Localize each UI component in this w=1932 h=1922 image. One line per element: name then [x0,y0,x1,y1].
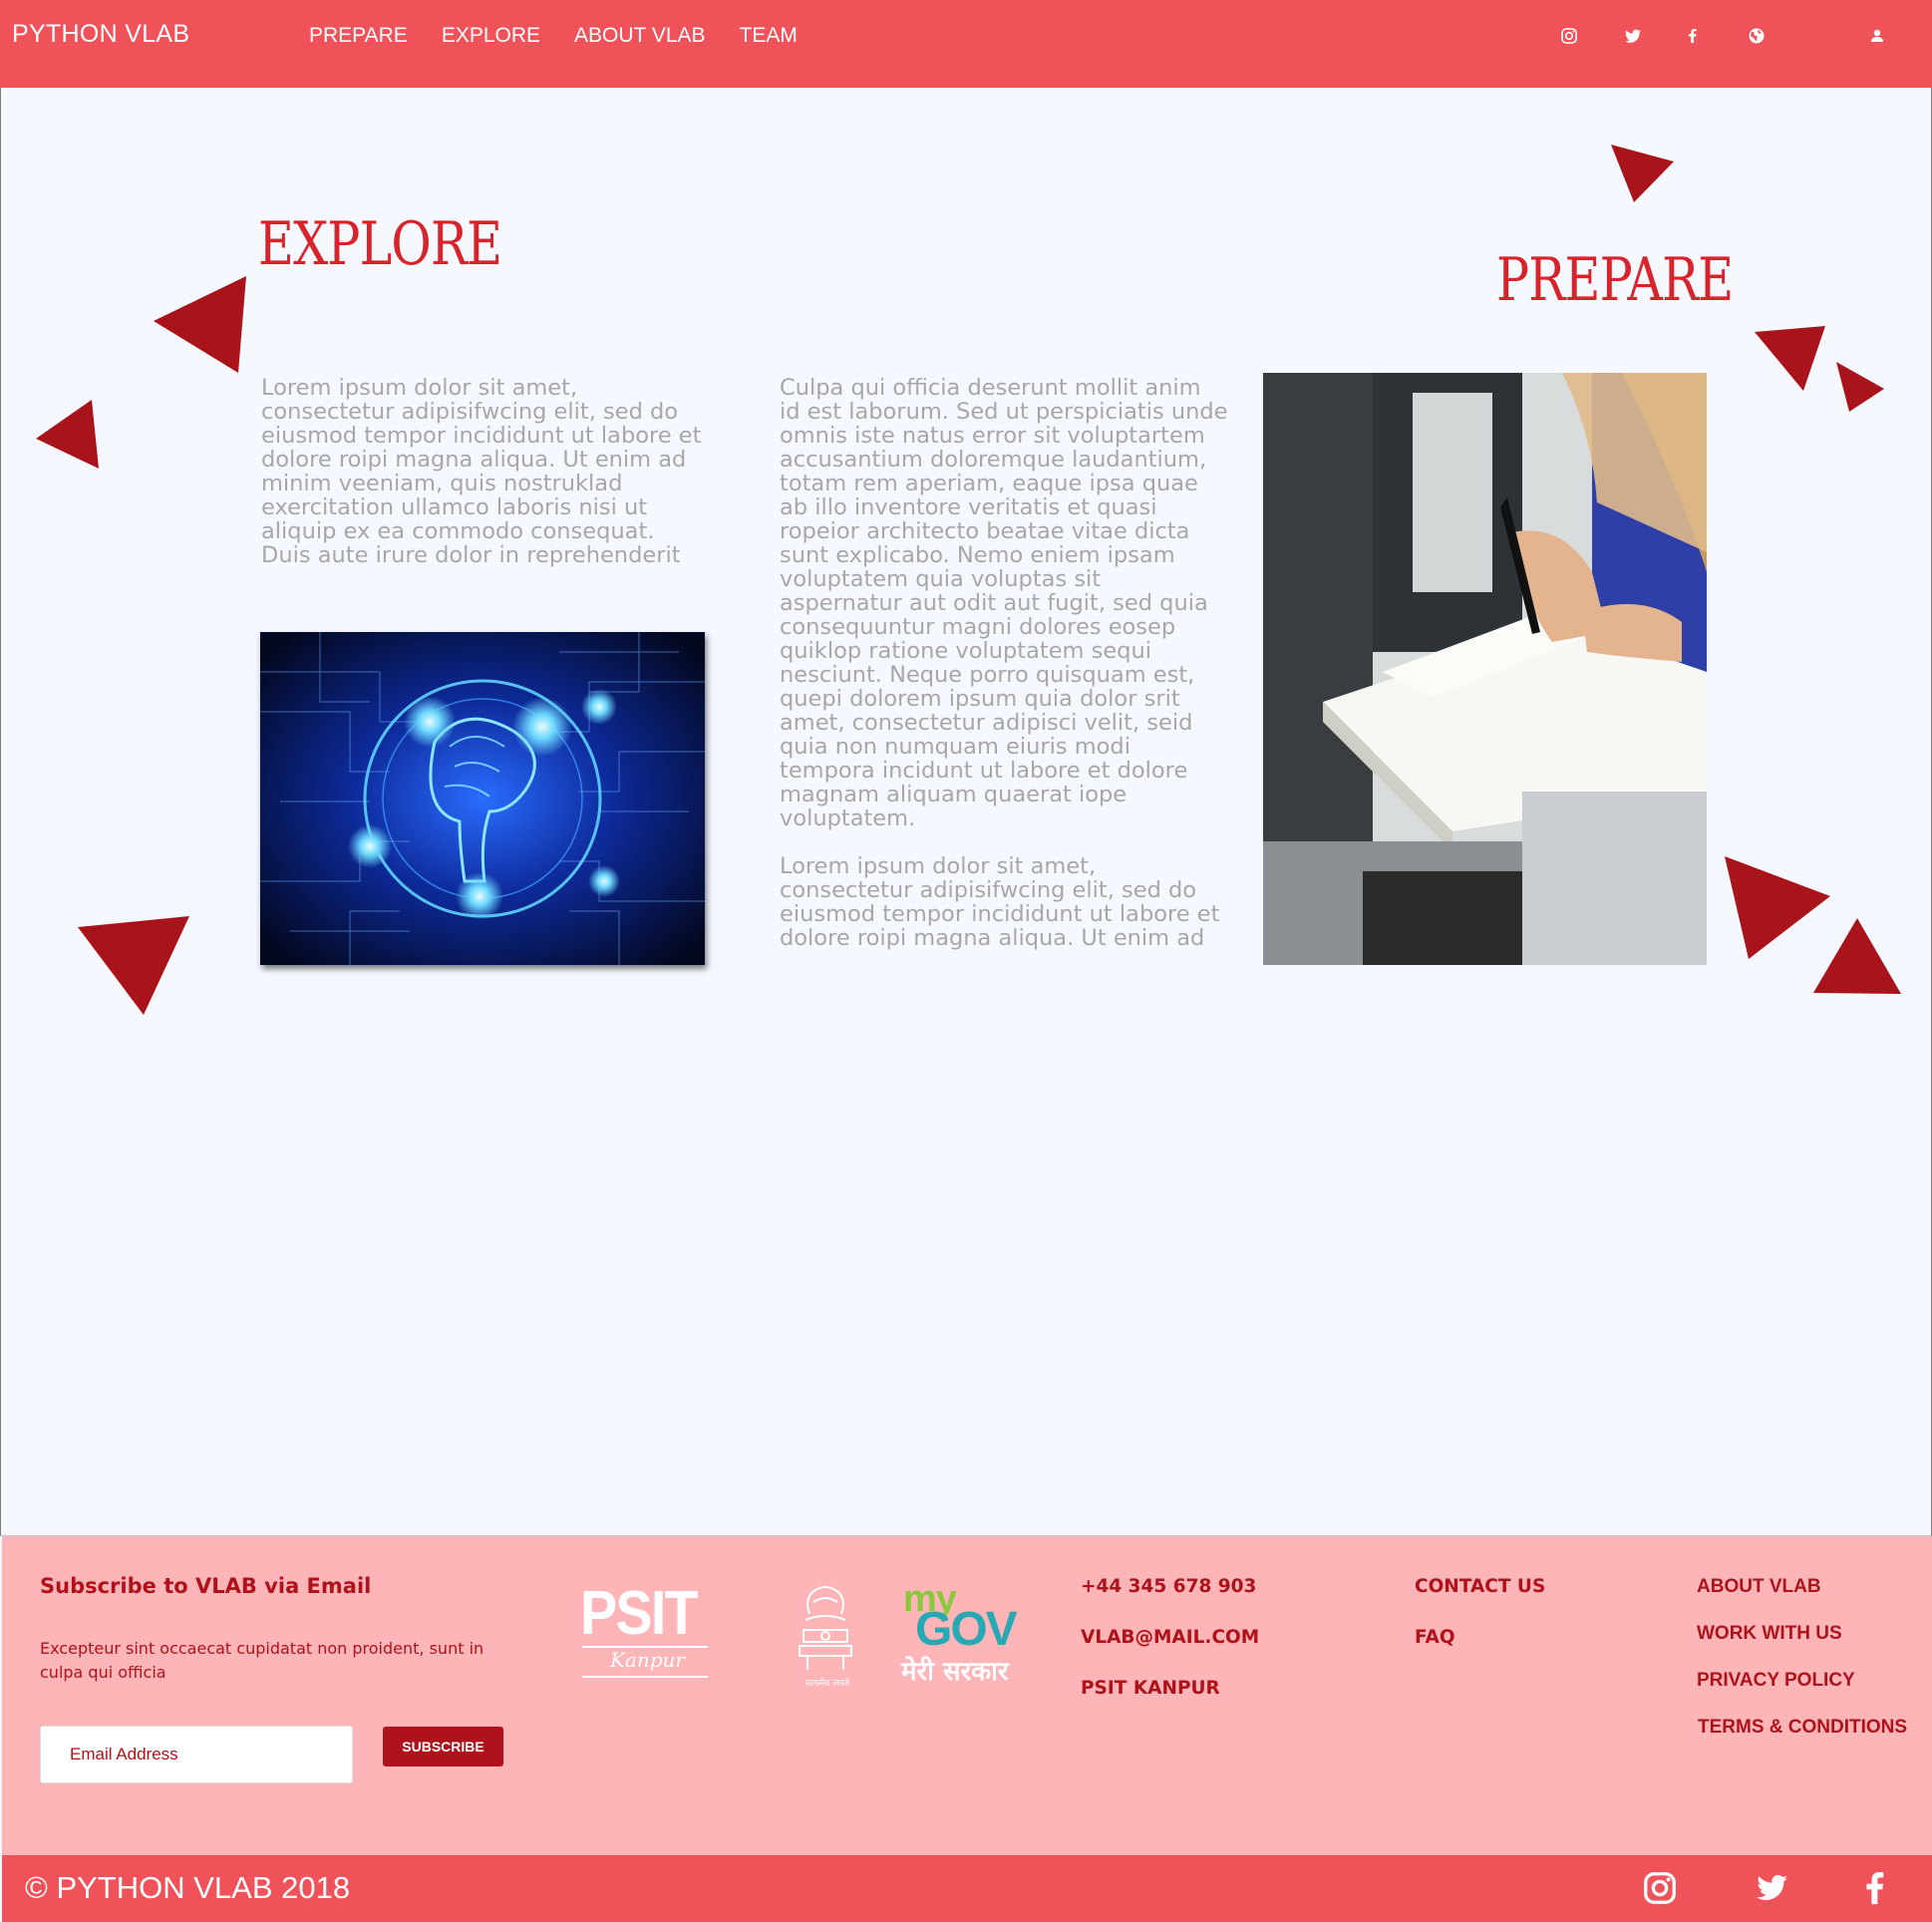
psit-logo-text: PSIT [580,1579,699,1648]
nav-prepare[interactable]: PREPARE [309,24,408,48]
subscribe-title: Subscribe to VLAB via Email [40,1574,372,1598]
student-writing-image [1263,373,1707,965]
user-icon[interactable] [1867,26,1889,48]
psit-logo-subtext: Kanpur [610,1648,685,1672]
twitter-icon[interactable] [1623,26,1645,48]
facebook-icon[interactable] [1683,26,1705,48]
explore-paragraph: Lorem ipsum dolor sit amet, consectetur … [261,375,702,568]
decorative-triangle [75,913,192,1019]
instagram-icon[interactable] [1559,26,1581,48]
address-link[interactable]: PSIT KANPUR [1081,1678,1220,1699]
brand-logo-text[interactable]: PYTHON VLAB [12,20,189,49]
globe-icon[interactable] [1747,26,1769,48]
email-link[interactable]: VLAB@MAIL.COM [1081,1627,1259,1648]
subscribe-button[interactable]: SUBSCRIBE [383,1727,503,1766]
nav-about-vlab[interactable]: ABOUT VLAB [574,24,706,48]
subscribe-description: Excepteur sint occaecat cupidatat non pr… [40,1639,484,1682]
footer: Subscribe to VLAB via Email Excepteur si… [2,1536,1932,1855]
prepare-title: PREPARE [1496,245,1734,315]
about-vlab-link[interactable]: ABOUT VLAB [1697,1576,1821,1598]
faq-link[interactable]: FAQ [1415,1627,1455,1648]
instagram-icon[interactable] [1641,1869,1681,1909]
bottom-bar: © PYTHON VLAB 2018 [2,1855,1932,1922]
privacy-policy-link[interactable]: PRIVACY POLICY [1697,1670,1855,1692]
explore-title: EXPLORE [258,209,502,279]
mygov-logo[interactable]: my GOV मेरी सरकार [901,1578,1041,1694]
contact-us-link[interactable]: CONTACT US [1415,1576,1545,1597]
decorative-triangle [1608,142,1676,205]
work-with-us-link[interactable]: WORK WITH US [1697,1623,1842,1645]
nav-team[interactable]: TEAM [740,24,798,48]
twitter-icon[interactable] [1753,1869,1792,1909]
ai-brain-image [260,632,705,965]
nav-explore[interactable]: EXPLORE [442,24,540,48]
email-field[interactable] [40,1726,353,1783]
decorative-triangle [1752,323,1829,395]
header-icon-group [1513,26,1932,50]
middle-paragraph: Culpa qui officia deserunt mollit anim i… [780,375,1228,831]
copyright-text: © PYTHON VLAB 2018 [25,1870,351,1905]
mygov-logo-gov: GOV [915,1603,1018,1656]
main-content: EXPLORE PREPARE Lorem ipsum dolor sit am… [0,88,1932,1536]
terms-conditions-link[interactable]: TERMS & CONDITIONS [1698,1717,1907,1739]
decorative-triangle [33,397,103,473]
main-nav: PREPARE EXPLORE ABOUT VLAB TEAM [309,24,798,48]
decorative-triangle [1810,915,1904,997]
top-navbar: PYTHON VLAB PREPARE EXPLORE ABOUT VLAB T… [0,0,1932,88]
emblem-caption: सत्यमेव जयते [805,1679,850,1689]
decorative-triangle [151,273,250,377]
phone-link[interactable]: +44 345 678 903 [1081,1576,1256,1597]
mygov-tagline: मेरी सरकार [901,1657,1009,1687]
decorative-triangle [1833,359,1887,415]
national-emblem-logo: सत्यमेव जयते [790,1580,861,1692]
middle-paragraph-2: Lorem ipsum dolor sit amet, consectetur … [780,853,1220,951]
psit-logo[interactable]: PSIT Kanpur [580,1582,720,1692]
facebook-icon[interactable] [1856,1869,1896,1909]
